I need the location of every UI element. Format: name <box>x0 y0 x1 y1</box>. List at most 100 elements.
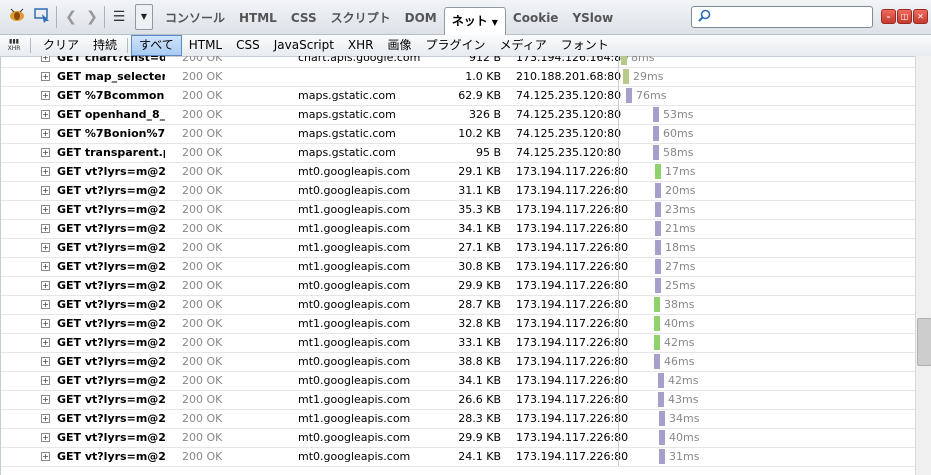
expand-toggle-icon[interactable]: + <box>41 205 50 214</box>
dropdown-icon[interactable]: ▼ <box>135 4 153 30</box>
minimize-icon[interactable]: – <box>881 9 896 24</box>
tab-7[interactable]: YSlow <box>565 0 620 34</box>
table-row[interactable]: + GET vt?lyrs=m@26 200 OK mt0.googleapis.co… <box>1 162 916 182</box>
request-url[interactable]: GET map_selecter_ <box>57 67 165 86</box>
filter-1[interactable]: HTML <box>182 35 229 56</box>
filter-3[interactable]: JavaScript <box>267 35 341 56</box>
request-url[interactable]: GET %7Bonion%7D <box>57 124 165 143</box>
table-row[interactable]: + GET vt?lyrs=m@26 200 OK mt1.googleapis.co… <box>1 409 916 429</box>
expand-toggle-icon[interactable]: + <box>41 110 50 119</box>
request-url[interactable]: GET %7Bcommon,r <box>57 86 165 105</box>
timeline-bar[interactable] <box>653 126 659 141</box>
timeline-bar[interactable] <box>621 56 627 65</box>
request-url[interactable]: GET vt?lyrs=m@26 <box>57 333 165 352</box>
table-row[interactable]: + GET vt?lyrs=m@26 200 OK mt0.googleapis.co… <box>1 447 916 467</box>
table-row[interactable]: + GET vt?lyrs=m@26 200 OK mt0.googleapis.co… <box>1 276 916 296</box>
request-url[interactable]: GET vt?lyrs=m@26 <box>57 390 165 409</box>
expand-toggle-icon[interactable]: + <box>41 148 50 157</box>
filter-6[interactable]: プラグイン <box>419 35 493 56</box>
request-url[interactable]: GET vt?lyrs=m@26 <box>57 219 165 238</box>
request-url[interactable]: GET chart?chst=d_ <box>57 56 165 67</box>
timeline-bar[interactable] <box>658 392 664 407</box>
expand-toggle-icon[interactable]: + <box>41 167 50 176</box>
table-row[interactable]: + GET vt?lyrs=m@26 200 OK mt1.googleapis.co… <box>1 333 916 353</box>
table-row[interactable]: + GET vt?lyrs=m@26 200 OK mt0.googleapis.co… <box>1 181 916 201</box>
detach-icon[interactable]: ◫ <box>897 9 912 24</box>
table-row[interactable]: + GET vt?lyrs=m@26 200 OK mt0.googleapis.co… <box>1 371 916 391</box>
timeline-bar[interactable] <box>659 411 665 426</box>
timeline-bar[interactable] <box>655 183 661 198</box>
expand-toggle-icon[interactable]: + <box>41 91 50 100</box>
table-row[interactable]: + GET vt?lyrs=m@26 200 OK mt0.googleapis.co… <box>1 352 916 372</box>
expand-toggle-icon[interactable]: + <box>41 281 50 290</box>
timeline-bar[interactable] <box>659 449 665 464</box>
tab-3[interactable]: スクリプト <box>324 0 398 34</box>
timeline-bar[interactable] <box>659 430 665 445</box>
timeline-bar[interactable] <box>654 335 660 350</box>
table-row[interactable]: + GET vt?lyrs=m@26 200 OK mt1.googleapis.co… <box>1 238 916 258</box>
forward-icon[interactable]: ❯ <box>81 7 103 27</box>
table-row[interactable]: + GET vt?lyrs=m@26 200 OK mt1.googleapis.co… <box>1 390 916 410</box>
request-url[interactable]: GET vt?lyrs=m@26 <box>57 447 165 466</box>
timeline-bar[interactable] <box>655 221 661 236</box>
filter-4[interactable]: XHR <box>341 35 381 56</box>
filter-5[interactable]: 画像 <box>381 35 419 56</box>
request-url[interactable]: GET vt?lyrs=m@26 <box>57 428 165 447</box>
timeline-bar[interactable] <box>655 202 661 217</box>
list-icon[interactable]: ☰ <box>108 7 130 27</box>
timeline-bar[interactable] <box>655 259 661 274</box>
request-url[interactable]: GET vt?lyrs=m@26 <box>57 276 165 295</box>
tab-4[interactable]: DOM <box>398 0 444 34</box>
timeline-bar[interactable] <box>655 240 661 255</box>
request-url[interactable]: GET vt?lyrs=m@26 <box>57 257 165 276</box>
persist-button[interactable]: 持続 <box>86 35 124 56</box>
timeline-bar[interactable] <box>654 354 660 369</box>
tab-menu-arrow-icon[interactable]: ▼ <box>492 18 498 27</box>
expand-toggle-icon[interactable]: + <box>41 357 50 366</box>
expand-toggle-icon[interactable]: + <box>41 186 50 195</box>
table-row[interactable]: + GET vt?lyrs=m@26 200 OK mt1.googleapis.co… <box>1 219 916 239</box>
search-input[interactable] <box>691 6 873 28</box>
expand-toggle-icon[interactable]: + <box>41 376 50 385</box>
expand-toggle-icon[interactable]: + <box>41 319 50 328</box>
expand-toggle-icon[interactable]: + <box>41 433 50 442</box>
expand-toggle-icon[interactable]: + <box>41 300 50 309</box>
timeline-bar[interactable] <box>653 107 659 122</box>
back-icon[interactable]: ❮ <box>60 7 82 27</box>
expand-toggle-icon[interactable]: + <box>41 452 50 461</box>
table-row[interactable]: + GET vt?lyrs=m@26 200 OK mt1.googleapis.co… <box>1 200 916 220</box>
expand-toggle-icon[interactable]: + <box>41 243 50 252</box>
inspect-icon[interactable] <box>32 7 54 27</box>
timeline-bar[interactable] <box>655 278 661 293</box>
table-row[interactable]: + GET openhand_8_8 200 OK maps.gstatic.com 3… <box>1 105 916 125</box>
request-url[interactable]: GET vt?lyrs=m@26 <box>57 162 165 181</box>
filter-8[interactable]: フォント <box>554 35 616 56</box>
expand-toggle-icon[interactable]: + <box>41 56 50 62</box>
table-row[interactable]: + GET vt?lyrs=m@26 200 OK mt0.googleapis.co… <box>1 428 916 448</box>
request-url[interactable]: GET vt?lyrs=m@26 <box>57 371 165 390</box>
timeline-bar[interactable] <box>653 145 659 160</box>
scrollbar-thumb[interactable] <box>917 318 931 366</box>
filter-2[interactable]: CSS <box>229 35 267 56</box>
request-url[interactable]: GET vt?lyrs=m@26 <box>57 409 165 428</box>
request-url[interactable]: GET vt?lyrs=m@26 <box>57 352 165 371</box>
request-url[interactable]: GET vt?lyrs=m@26 <box>57 314 165 333</box>
request-url[interactable]: GET vt?lyrs=m@26 <box>57 238 165 257</box>
close-icon[interactable]: ✕ <box>913 9 928 24</box>
xhr-icon[interactable]: ▮▮▮ XHR <box>6 38 22 53</box>
expand-toggle-icon[interactable]: + <box>41 262 50 271</box>
clear-button[interactable]: クリア <box>36 35 86 56</box>
request-url[interactable]: GET vt?lyrs=m@26 <box>57 181 165 200</box>
timeline-bar[interactable] <box>658 373 664 388</box>
expand-toggle-icon[interactable]: + <box>41 414 50 423</box>
table-row[interactable]: + GET vt?lyrs=m@26 200 OK mt1.googleapis.co… <box>1 257 916 277</box>
expand-toggle-icon[interactable]: + <box>41 224 50 233</box>
request-url[interactable]: GET transparent.pn <box>57 143 165 162</box>
request-url[interactable]: GET openhand_8_8 <box>57 105 165 124</box>
table-row[interactable]: + GET vt?lyrs=m@26 200 OK mt1.googleapis.co… <box>1 314 916 334</box>
table-row[interactable]: + GET transparent.pn 200 OK maps.gstatic.co… <box>1 143 916 163</box>
expand-toggle-icon[interactable]: + <box>41 395 50 404</box>
tab-0[interactable]: コンソール <box>158 0 232 34</box>
timeline-bar[interactable] <box>623 69 629 84</box>
firebug-icon[interactable] <box>6 7 28 27</box>
